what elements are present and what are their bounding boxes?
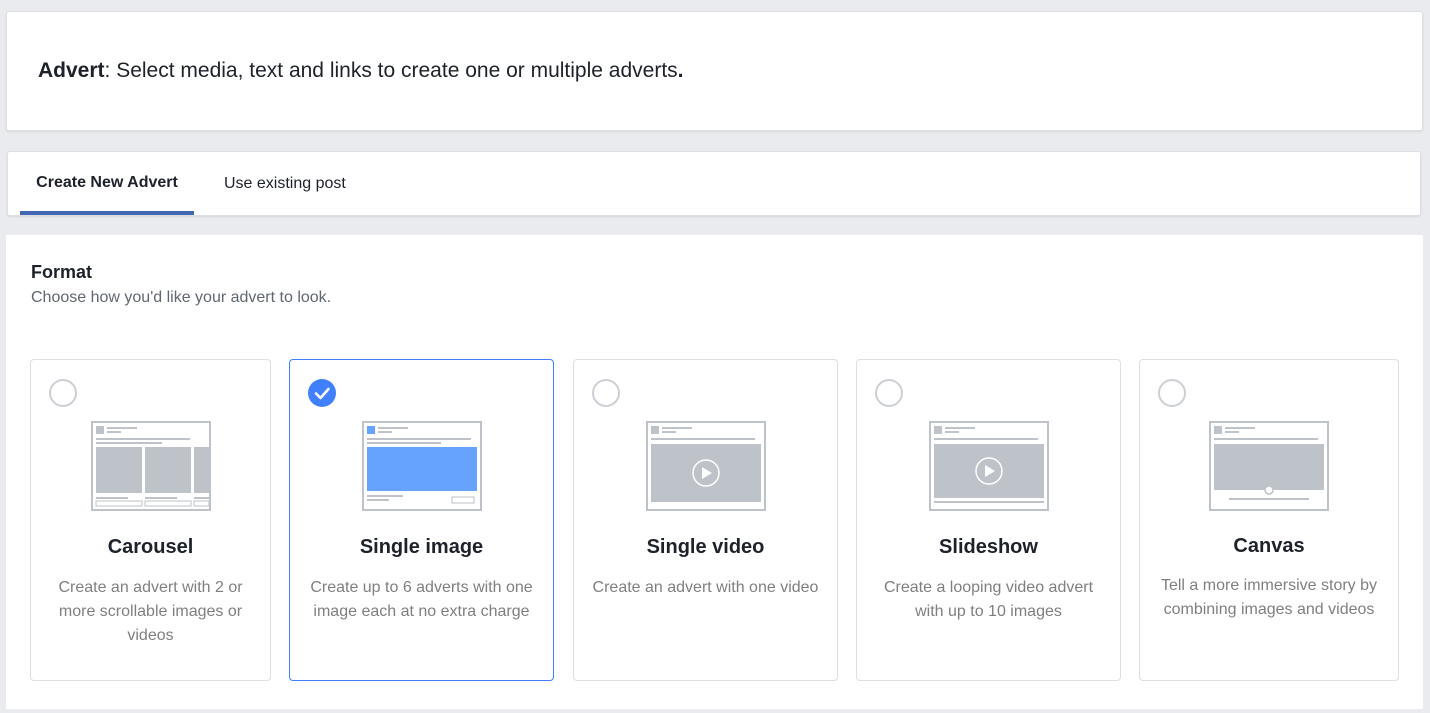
format-card-title: Slideshow (939, 536, 1038, 558)
single-video-preview-icon (645, 421, 766, 511)
format-card-carousel[interactable]: Carousel Create an advert with 2 or more… (30, 359, 271, 681)
format-section: Format Choose how you'd like your advert… (6, 235, 1423, 709)
format-card-description: Create up to 6 adverts with one image ea… (310, 579, 533, 620)
format-card-slideshow[interactable]: Slideshow Create a looping video advert … (856, 359, 1121, 681)
format-card-single-image[interactable]: Single image Create up to 6 adverts with… (289, 359, 554, 681)
format-card-title: Carousel (107, 536, 194, 558)
format-title: Format (31, 262, 93, 282)
tab-create-new-advert[interactable]: Create New Advert (20, 152, 194, 215)
format-card-canvas[interactable]: Canvas Tell a more immersive story by co… (1139, 359, 1399, 681)
page-title-period: . (677, 59, 684, 82)
radio-single-video[interactable] (592, 379, 620, 407)
format-card-title: Single video (646, 536, 765, 558)
format-subtitle: Choose how you'd like your advert to loo… (31, 289, 332, 306)
page-title-text: : Select media, text and links to create… (104, 59, 678, 82)
slideshow-preview-icon (928, 421, 1049, 511)
format-card-description: Create an advert with 2 or more scrollab… (58, 579, 243, 644)
tab-bar: Create New Advert Use existing post (7, 151, 1421, 216)
format-card-title: Single image (359, 536, 484, 558)
format-card-title: Canvas (1233, 535, 1305, 557)
format-card-description: Create an advert with one video (592, 579, 819, 596)
format-card-description: Create a looping video advert with up to… (883, 579, 1094, 620)
header-panel: Advert: Select media, text and links to … (6, 11, 1423, 131)
canvas-preview-icon (1209, 421, 1329, 511)
single-image-preview-icon (361, 421, 482, 511)
page-title: Advert: Select media, text and links to … (38, 59, 684, 83)
page-title-bold: Advert (38, 59, 105, 82)
radio-canvas[interactable] (1158, 379, 1186, 407)
radio-slideshow[interactable] (875, 379, 903, 407)
radio-carousel[interactable] (49, 379, 77, 407)
format-card-description: Tell a more immersive story by combining… (1160, 577, 1378, 618)
check-circle-icon[interactable] (308, 379, 336, 407)
format-card-single-video[interactable]: Single video Create an advert with one v… (573, 359, 838, 681)
carousel-preview-icon (90, 421, 211, 511)
tab-use-existing-post[interactable]: Use existing post (224, 152, 346, 215)
